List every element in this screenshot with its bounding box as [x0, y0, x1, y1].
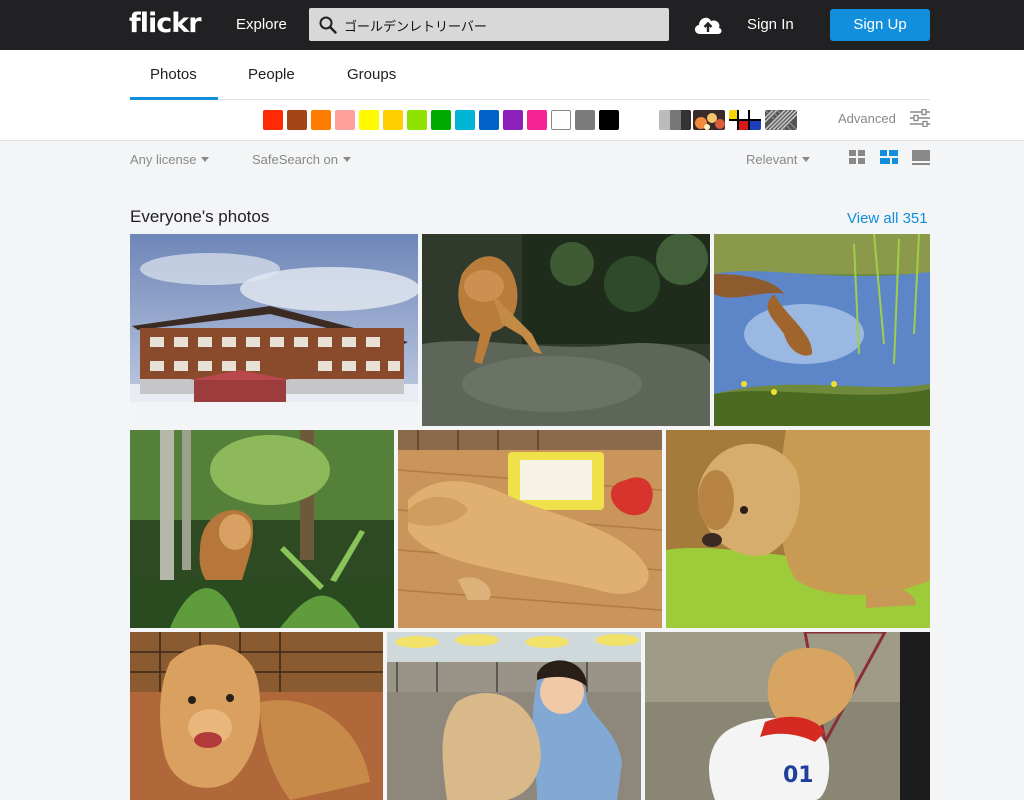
lodge-photo	[130, 234, 418, 426]
indoor-retriever-photo	[130, 632, 383, 800]
top-navbar: flickr Explore ゴールデンレトリーバー Sign In Sign …	[0, 0, 1024, 50]
search-header: Photos People Groups Advanced	[0, 50, 1024, 141]
color-swatch[interactable]	[407, 110, 427, 130]
color-swatch[interactable]	[479, 110, 499, 130]
grid-small-icon[interactable]	[849, 150, 867, 166]
color-swatch[interactable]	[263, 110, 283, 130]
search-input[interactable]: ゴールデンレトリーバー	[309, 8, 669, 41]
sign-in-link[interactable]: Sign In	[747, 16, 794, 33]
color-swatch[interactable]	[599, 110, 619, 130]
svg-text:01: 01	[783, 763, 814, 788]
woman-retriever-photo	[387, 632, 641, 800]
color-swatch[interactable]	[551, 110, 571, 130]
grid-justified-icon[interactable]	[880, 150, 898, 166]
flickr-logo[interactable]: flickr	[129, 8, 202, 39]
safesearch-dropdown[interactable]: SafeSearch on	[252, 152, 352, 167]
photo-thumbnail[interactable]	[422, 234, 710, 426]
photo-thumbnail[interactable]	[130, 234, 418, 426]
search-tabs: Photos People Groups	[130, 50, 930, 100]
forest-retriever-photo	[130, 430, 394, 628]
color-swatch[interactable]	[359, 110, 379, 130]
photo-thumbnail[interactable]: 01	[645, 632, 930, 800]
chevron-down-icon	[201, 157, 210, 162]
color-swatch[interactable]	[455, 110, 475, 130]
section-title: Everyone's photos	[130, 207, 270, 226]
advanced-filters-icon[interactable]	[909, 109, 931, 127]
photo-thumbnail[interactable]	[714, 234, 930, 426]
chevron-down-icon	[802, 157, 811, 162]
view-all-link[interactable]: View all 351	[847, 210, 928, 227]
photo-thumbnail[interactable]	[130, 430, 394, 628]
explore-link[interactable]: Explore	[236, 16, 287, 33]
color-swatch[interactable]	[503, 110, 523, 130]
tab-groups[interactable]: Groups	[347, 66, 396, 83]
color-swatch[interactable]	[287, 110, 307, 130]
color-swatch[interactable]	[311, 110, 331, 130]
safesearch-label: SafeSearch on	[252, 152, 339, 167]
shallow-depth-of-field-filter[interactable]	[693, 110, 725, 130]
color-swatch[interactable]	[431, 110, 451, 130]
tab-people[interactable]: People	[248, 66, 295, 83]
upload-cloud-icon[interactable]	[692, 12, 724, 38]
advanced-search-link[interactable]: Advanced	[838, 111, 896, 126]
shirt-retriever-photo: 01	[645, 632, 930, 800]
photo-thumbnail[interactable]	[398, 430, 662, 628]
dog-on-path-photo	[422, 234, 710, 426]
photo-thumbnail[interactable]	[130, 632, 383, 800]
color-swatch[interactable]	[575, 110, 595, 130]
floor-retriever-photo	[398, 430, 662, 628]
license-filter-label: Any license	[130, 152, 197, 167]
grid-large-icon[interactable]	[912, 150, 930, 166]
photo-thumbnail[interactable]	[387, 632, 641, 800]
pond-reflection-photo	[714, 234, 930, 426]
chevron-down-icon	[343, 157, 352, 162]
color-swatch[interactable]	[383, 110, 403, 130]
minimalist-filter[interactable]	[729, 110, 761, 130]
tab-photos[interactable]: Photos	[150, 66, 197, 83]
search-query: ゴールデンレトリーバー	[344, 19, 487, 34]
search-icon	[319, 16, 337, 34]
photo-thumbnail[interactable]	[666, 430, 930, 628]
active-tab-indicator	[130, 97, 218, 100]
closeup-retriever-photo	[666, 430, 930, 628]
color-swatch[interactable]	[527, 110, 547, 130]
patterns-filter[interactable]	[765, 110, 797, 130]
black-and-white-filter[interactable]	[659, 110, 691, 130]
license-filter-dropdown[interactable]: Any license	[130, 152, 210, 167]
sort-dropdown[interactable]: Relevant	[746, 152, 811, 167]
sign-up-button[interactable]: Sign Up	[830, 9, 930, 41]
color-swatch[interactable]	[335, 110, 355, 130]
sort-label: Relevant	[746, 152, 798, 167]
